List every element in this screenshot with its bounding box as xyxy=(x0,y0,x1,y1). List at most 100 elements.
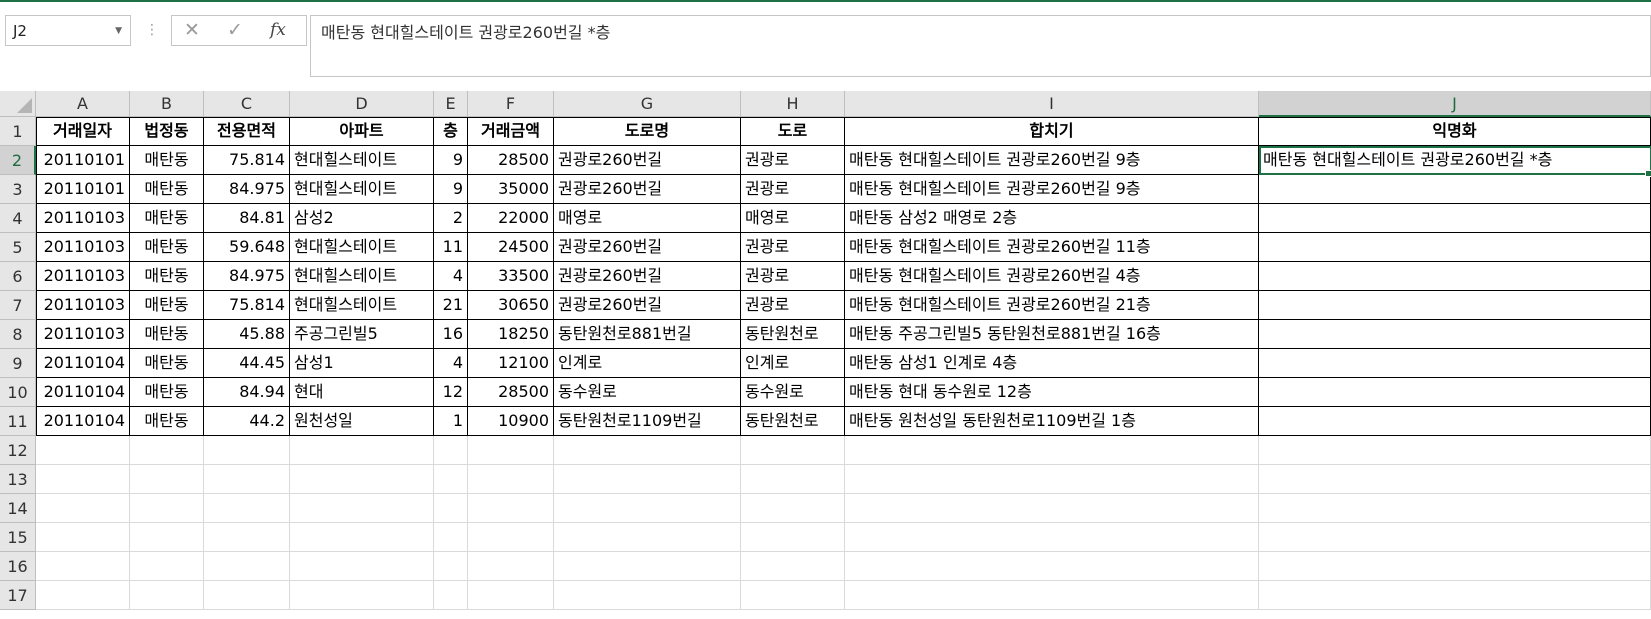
formula-bar-grip-icon[interactable]: ⋮ xyxy=(145,22,159,38)
column-header-d[interactable]: D xyxy=(290,91,434,117)
grid-cell[interactable]: 현대힐스테이트 xyxy=(290,175,434,204)
header-cell[interactable]: 전용면적 xyxy=(204,117,290,146)
column-header-b[interactable]: B xyxy=(130,91,204,117)
grid-cell[interactable]: 권광로260번길 xyxy=(554,233,741,262)
grid-cell[interactable]: 12 xyxy=(434,378,468,407)
grid-cell[interactable] xyxy=(36,436,130,465)
grid-cell[interactable] xyxy=(130,465,204,494)
grid-cell[interactable]: 매탄동 현대힐스테이트 권광로260번길 4층 xyxy=(845,262,1259,291)
grid-cell[interactable] xyxy=(845,581,1259,610)
grid-cell[interactable]: 20110103 xyxy=(36,320,130,349)
grid-cell[interactable]: 30650 xyxy=(468,291,554,320)
grid-cell[interactable]: 21 xyxy=(434,291,468,320)
grid-cell[interactable]: 원천성일 xyxy=(290,407,434,436)
grid-cell[interactable]: 4 xyxy=(434,349,468,378)
grid-cell[interactable]: 권광로 xyxy=(741,233,845,262)
grid-cell[interactable]: 20110101 xyxy=(36,146,130,175)
column-header-a[interactable]: A xyxy=(36,91,130,117)
grid-cell[interactable]: 매탄동 xyxy=(130,291,204,320)
grid-cell[interactable]: 권광로 xyxy=(741,262,845,291)
column-header-f[interactable]: F xyxy=(468,91,554,117)
grid-cell[interactable]: 84.975 xyxy=(204,175,290,204)
grid-cell[interactable] xyxy=(434,494,468,523)
grid-cell[interactable]: 매탄동 원천성일 동탄원천로1109번길 1층 xyxy=(845,407,1259,436)
grid-cell[interactable]: 4 xyxy=(434,262,468,291)
grid-cell[interactable]: 84.94 xyxy=(204,378,290,407)
grid-cell[interactable]: 20110103 xyxy=(36,262,130,291)
header-cell[interactable]: 법정동 xyxy=(130,117,204,146)
grid-cell[interactable]: 84.81 xyxy=(204,204,290,233)
grid-cell[interactable] xyxy=(554,552,741,581)
row-header-13[interactable]: 13 xyxy=(0,465,36,494)
grid-cell[interactable] xyxy=(845,465,1259,494)
insert-function-icon[interactable]: fx xyxy=(270,16,286,45)
grid-cell[interactable]: 인계로 xyxy=(741,349,845,378)
grid-cell[interactable] xyxy=(845,436,1259,465)
row-header-17[interactable]: 17 xyxy=(0,581,36,610)
grid-cell[interactable] xyxy=(554,581,741,610)
grid-cell[interactable]: 현대 xyxy=(290,378,434,407)
grid-cell[interactable]: 매탄동 현대힐스테이트 권광로260번길 9층 xyxy=(845,175,1259,204)
grid-cell[interactable]: 9 xyxy=(434,146,468,175)
name-box[interactable]: J2 ▼ xyxy=(5,15,131,46)
grid-cell[interactable] xyxy=(290,436,434,465)
grid-cell[interactable] xyxy=(130,436,204,465)
grid-cell[interactable] xyxy=(845,552,1259,581)
grid-cell[interactable] xyxy=(741,581,845,610)
grid-cell[interactable] xyxy=(468,494,554,523)
grid-cell[interactable] xyxy=(130,523,204,552)
grid-cell[interactable]: 1 xyxy=(434,407,468,436)
grid-cell[interactable]: 현대힐스테이트 xyxy=(290,291,434,320)
grid-cell[interactable]: 12100 xyxy=(468,349,554,378)
column-header-h[interactable]: H xyxy=(741,91,845,117)
header-cell[interactable]: 거래금액 xyxy=(468,117,554,146)
grid-cell[interactable] xyxy=(1259,320,1651,349)
grid-cell[interactable]: 매탄동 현대 동수원로 12층 xyxy=(845,378,1259,407)
grid-cell[interactable]: 11 xyxy=(434,233,468,262)
grid-cell[interactable]: 동탄원천로1109번길 xyxy=(554,407,741,436)
row-header-4[interactable]: 4 xyxy=(0,204,36,233)
grid-cell[interactable] xyxy=(468,581,554,610)
grid-cell[interactable]: 매영로 xyxy=(741,204,845,233)
grid-cell[interactable] xyxy=(741,552,845,581)
grid-cell[interactable] xyxy=(36,552,130,581)
grid-cell[interactable]: 권광로260번길 xyxy=(554,262,741,291)
grid-cell[interactable] xyxy=(204,494,290,523)
row-header-1[interactable]: 1 xyxy=(0,117,36,146)
grid-cell[interactable]: 59.648 xyxy=(204,233,290,262)
chevron-down-icon[interactable]: ▼ xyxy=(115,16,122,47)
grid-cell[interactable]: 28500 xyxy=(468,378,554,407)
column-header-c[interactable]: C xyxy=(204,91,290,117)
grid-cell[interactable] xyxy=(434,552,468,581)
row-header-14[interactable]: 14 xyxy=(0,494,36,523)
grid-cell[interactable]: 주공그린빌5 xyxy=(290,320,434,349)
grid-cell[interactable] xyxy=(554,494,741,523)
grid-cell[interactable]: 20110103 xyxy=(36,204,130,233)
grid-cell[interactable] xyxy=(434,523,468,552)
grid-cell[interactable] xyxy=(204,465,290,494)
grid-cell[interactable]: 매탄동 xyxy=(130,175,204,204)
grid-cell[interactable] xyxy=(554,465,741,494)
grid-cell[interactable]: 33500 xyxy=(468,262,554,291)
header-cell[interactable]: 합치기 xyxy=(845,117,1259,146)
row-header-16[interactable]: 16 xyxy=(0,552,36,581)
grid-cell[interactable]: 24500 xyxy=(468,233,554,262)
row-header-15[interactable]: 15 xyxy=(0,523,36,552)
select-all-button[interactable] xyxy=(0,91,36,117)
column-header-g[interactable]: G xyxy=(554,91,741,117)
cancel-icon[interactable]: ✕ xyxy=(184,16,200,45)
grid-cell[interactable] xyxy=(468,465,554,494)
grid-cell[interactable] xyxy=(36,581,130,610)
grid-cell[interactable] xyxy=(1259,494,1651,523)
grid-cell[interactable] xyxy=(434,465,468,494)
column-header-j[interactable]: J xyxy=(1259,91,1651,117)
grid-cell[interactable] xyxy=(1259,262,1651,291)
grid-cell[interactable] xyxy=(1259,407,1651,436)
row-header-3[interactable]: 3 xyxy=(0,175,36,204)
grid-cell[interactable]: 44.2 xyxy=(204,407,290,436)
grid-cell[interactable] xyxy=(130,581,204,610)
grid-cell[interactable]: 10900 xyxy=(468,407,554,436)
grid-cell[interactable] xyxy=(204,552,290,581)
grid-cell[interactable]: 20110104 xyxy=(36,407,130,436)
grid-cell[interactable]: 매탄동 현대힐스테이트 권광로260번길 *층 xyxy=(1259,146,1651,175)
